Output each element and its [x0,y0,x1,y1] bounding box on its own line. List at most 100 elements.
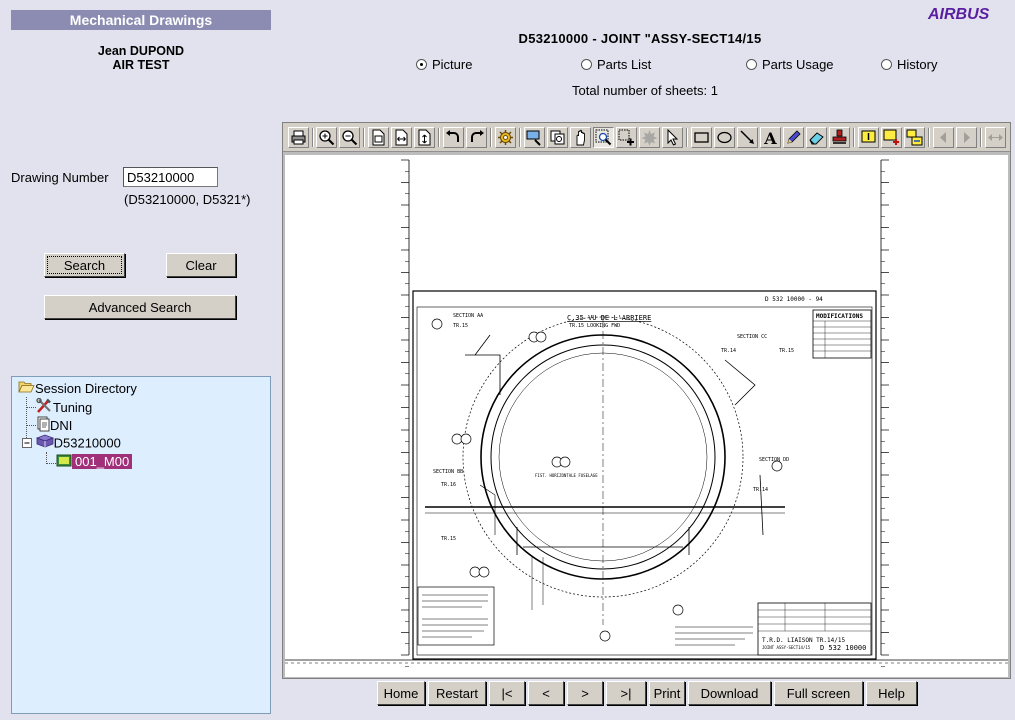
tree-item-tuning[interactable]: Tuning [36,397,93,416]
tree-connector [26,407,36,408]
sheet-count: Total number of sheets: 1 [572,83,718,98]
drawing-number-input[interactable] [123,167,218,187]
next-page-icon[interactable] [956,127,977,148]
text-tool-icon[interactable]: A [760,127,781,148]
viewer-toolbar: A [283,123,1010,152]
magnifier-icon[interactable] [547,127,568,148]
clear-button[interactable]: Clear [166,253,236,277]
tree-item-session-directory[interactable]: Session Directory [18,380,137,398]
app-title: Mechanical Drawings [11,10,271,30]
drawing-sheet[interactable]: D 532 10000 - 94 MODIFICATIONS C.35 VU D… [285,155,1008,677]
notes-block [417,586,495,646]
tree-connector [26,425,36,426]
tab-label: Parts List [597,57,652,72]
rotate-left-icon[interactable] [443,127,464,148]
axis-label: FIST. HORIZONTALE FUSELAGE [535,473,598,478]
frame-label: TR.14 [721,348,736,354]
book-icon [35,434,54,454]
advanced-search-button[interactable]: Advanced Search [44,295,236,319]
title-block-label: T.R.D. LIAISON TR.14/15 [762,637,845,644]
note-icon[interactable] [858,127,879,148]
line-arrow-icon[interactable] [737,127,758,148]
fit-page-icon[interactable] [368,127,389,148]
home-button[interactable]: Home [377,681,425,705]
zoom-box-icon[interactable] [593,127,614,148]
tab-label: History [897,57,938,72]
fit-width-icon[interactable] [391,127,412,148]
svg-text:A: A [763,129,777,146]
tree-item-label: 001_M00 [72,454,133,469]
restart-button[interactable]: Restart [428,681,486,705]
pen-icon[interactable] [783,127,804,148]
tree-item-dni[interactable]: DNI [36,416,72,434]
tab-parts-list[interactable]: Parts List [581,57,651,72]
section-label: SECTION AA [453,313,483,319]
tab-history[interactable]: History [881,57,937,72]
section-label: SECTION BB [433,469,463,475]
search-button[interactable]: Search [44,253,125,277]
user-name: Jean DUPOND [97,44,185,58]
tree-item-label: DNI [50,417,73,433]
ellipse-icon[interactable] [714,127,735,148]
rectangle-icon[interactable] [691,127,712,148]
frame-label: TR.16 [441,482,456,488]
prev-page-icon[interactable] [933,127,954,148]
frame-title: C.35 VU DE L'ARRIERE [567,314,651,322]
left-scale-ruler [401,159,410,667]
drawing-title: D53210000 - JOINT "ASSY-SECT14/15 [518,31,762,46]
zoom-plus-icon[interactable] [616,127,637,148]
tab-parts-usage[interactable]: Parts Usage [746,57,834,72]
tree-item-label: Session Directory [35,381,137,396]
select-arrow-icon[interactable] [662,127,683,148]
zoom-window-icon[interactable] [524,127,545,148]
note-list-icon[interactable] [904,127,925,148]
first-page-button[interactable]: |< [489,681,525,705]
burst-icon[interactable] [639,127,660,148]
drawing-number-label: Drawing Number [11,170,109,185]
rotate-right-icon[interactable] [466,127,487,148]
last-page-button[interactable]: >| [606,681,646,705]
tree-connector [46,463,56,464]
tab-label: Picture [432,57,473,72]
modifications-label: MODIFICATIONS [816,313,863,320]
radio-icon[interactable] [881,59,892,70]
collapse-toggle-icon[interactable] [22,435,32,453]
tree-item-label: Tuning [53,399,93,415]
drawing-number-hint: (D53210000, D5321*) [124,192,251,207]
frame-label: TR.15 [441,536,456,542]
zoom-in-icon[interactable] [316,127,337,148]
balloon-callouts [431,318,783,642]
sheet-icon [56,454,72,472]
note-add-icon[interactable] [881,127,902,148]
print-button[interactable]: Print [649,681,685,705]
eraser-icon[interactable] [806,127,827,148]
tree-item-sheet-selected[interactable]: 001_M00 [56,453,133,472]
settings-icon[interactable] [495,127,516,148]
print-icon[interactable] [288,127,309,148]
tree-item-label: D53210000 [53,435,121,451]
frame-label: TR.15 [779,348,794,354]
folder-open-icon [18,380,35,399]
download-button[interactable]: Download [688,681,771,705]
frame-label: TR.15 [453,323,468,329]
zoom-out-icon[interactable] [339,127,360,148]
radio-selected-icon[interactable] [416,59,427,70]
radio-icon[interactable] [746,59,757,70]
previous-page-button[interactable]: < [528,681,564,705]
help-button[interactable]: Help [866,681,917,705]
pan-icon[interactable] [570,127,591,148]
tree-item-drawing[interactable]: D53210000 [22,434,121,452]
radio-icon[interactable] [581,59,592,70]
full-screen-button[interactable]: Full screen [774,681,863,705]
scroll-icon[interactable] [985,127,1006,148]
frame-subtitle: TR.15 LOOKING FWD [569,323,620,329]
drawing-document-number: D 532 10000 [820,644,866,652]
title-block-sublabel: JOINT ASSY-SECT14/15 [762,645,811,650]
right-scale-ruler [880,159,889,667]
session-directory-tree: Session Directory Tuning DNI D53210000 0… [11,376,271,714]
next-page-button[interactable]: > [567,681,603,705]
fit-height-icon[interactable] [414,127,435,148]
stamp-icon[interactable] [829,127,850,148]
user-organization: AIR TEST [112,58,170,72]
tab-picture[interactable]: Picture [416,57,472,72]
